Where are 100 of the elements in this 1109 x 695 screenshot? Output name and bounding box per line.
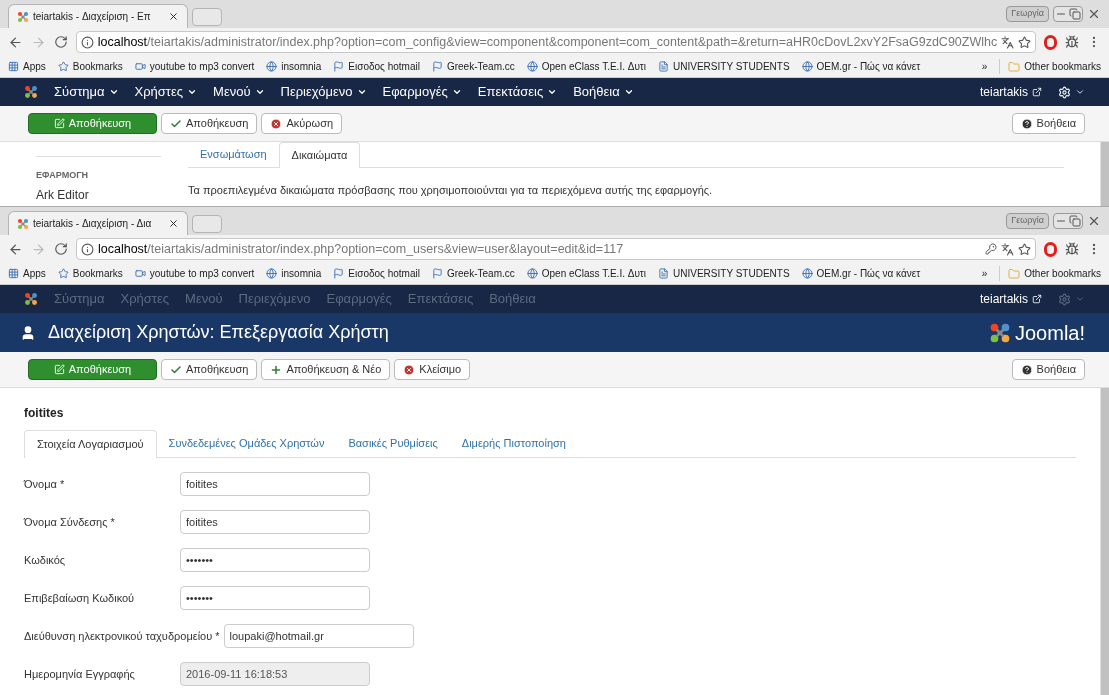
toolbar-button[interactable]: Αποθήκευση (161, 113, 258, 134)
reload-icon[interactable] (53, 35, 68, 49)
menu-item[interactable]: Επεκτάσεις (477, 82, 558, 102)
menu-item[interactable]: Σύστημα (54, 82, 119, 102)
sidebar-item[interactable]: Ark Editor (36, 185, 160, 204)
translate-icon[interactable] (1001, 242, 1014, 256)
scrollbar[interactable] (1100, 388, 1109, 695)
address-field[interactable]: localhost/teiartakis/administrator/index.php?option=com_config&view=component&component=com_content&path=&return=aHR0cDovL2xvY2FsaG9zdC90ZWlhc (75, 31, 1037, 53)
cancel-icon (270, 117, 283, 130)
help-button[interactable]: Βοήθεια (1011, 113, 1085, 134)
bookmark-link[interactable]: youtube to mp3 convert (134, 266, 255, 281)
reload-icon[interactable] (54, 242, 68, 256)
address-field[interactable]: localhost/teiartakis/administrator/index.php?option=com_users&view=user&layout=edit&id=117 (76, 238, 1036, 260)
back-icon[interactable] (8, 34, 23, 50)
toolbar-button[interactable]: Αποθήκευση (28, 359, 157, 380)
more-bookmarks-button[interactable]: » (981, 59, 988, 74)
help-icon (1020, 363, 1033, 376)
bookmark-link[interactable]: Εισοδος hotmail (333, 266, 420, 281)
other-bookmarks-link[interactable]: Other bookmarks (999, 266, 1101, 281)
caret-icon (187, 87, 198, 97)
plus-icon (270, 363, 283, 376)
star-icon[interactable] (1018, 35, 1032, 49)
bookmark-link[interactable]: OEM.gr - Πώς να κάνετ (801, 266, 921, 281)
menu-item[interactable]: Χρήστες (134, 82, 198, 102)
help-button[interactable]: Βοήθεια (1011, 359, 1085, 380)
tab[interactable]: Δικαιώματα (278, 142, 361, 168)
bookmark-link[interactable]: Apps (8, 59, 46, 74)
caret-icon (254, 87, 265, 97)
toolbar-button[interactable]: Κλείσιμο (394, 359, 471, 380)
profile-badge[interactable]: Γεωργία (1006, 6, 1049, 22)
bookmark-link[interactable]: insomnia (266, 266, 322, 281)
menu-item[interactable]: Βοήθεια (573, 82, 634, 102)
key-icon[interactable] (985, 243, 997, 255)
page-title: Διαχείριση Χρηστών: Επεξεργασία Χρήστη (48, 321, 390, 344)
input-field[interactable]: ••••••• (180, 586, 370, 610)
globe-icon (801, 268, 813, 279)
bookmark-link[interactable]: Open eClass T.E.I. Δυτι (526, 266, 647, 281)
close-icon[interactable] (168, 11, 179, 22)
more-bookmarks-button[interactable]: » (981, 266, 988, 281)
globe-icon (526, 268, 538, 279)
profile-badge[interactable]: Γεωργία (1006, 213, 1049, 229)
bookmark-link[interactable]: Apps (8, 266, 46, 281)
translate-icon[interactable] (1001, 35, 1015, 49)
input-field[interactable]: foitites (180, 510, 370, 534)
caret-icon (356, 87, 367, 97)
tab-title: teiartakis - Διαχείριση - Επ (33, 10, 152, 24)
bug-icon[interactable] (1065, 242, 1079, 256)
toolbar-button[interactable]: Αποθήκευση (28, 113, 157, 134)
tab[interactable]: Βασικές Ρυθμίσεις (336, 430, 450, 457)
globe-icon (526, 61, 538, 72)
menu-item[interactable]: Περιεχόμενο (280, 82, 367, 102)
browser-tab[interactable]: teiartakis - Διαχείριση - Επ (8, 4, 188, 28)
joomla-logo-icon (988, 321, 1011, 344)
edit-icon (53, 364, 65, 375)
bug-icon[interactable] (1065, 35, 1080, 49)
edit-icon (53, 118, 65, 129)
toolbar-button[interactable]: Αποθήκευση (161, 359, 258, 380)
input-field[interactable]: foitites (180, 472, 370, 496)
input-field[interactable]: loupaki@hotmail.gr (223, 624, 414, 648)
restore-icon[interactable] (1068, 214, 1082, 228)
other-bookmarks-link[interactable]: Other bookmarks (999, 59, 1101, 74)
bookmark-link[interactable]: Greek-Team.cc (431, 266, 515, 281)
tab[interactable]: Συνδεδεμένες Ομάδες Χρηστών (156, 430, 337, 457)
back-icon[interactable] (8, 241, 23, 257)
opera-icon[interactable] (1044, 34, 1058, 50)
bookmark-link[interactable]: OEM.gr - Πώς να κάνετ (801, 59, 921, 74)
menu-item[interactable]: Μενού (213, 82, 265, 102)
joomla-logo-icon (24, 85, 38, 99)
restore-icon[interactable] (1068, 7, 1082, 21)
user-heading: foitites (24, 405, 65, 422)
apps-grid-icon (8, 61, 19, 72)
scrollbar[interactable] (1100, 142, 1109, 206)
check-icon (170, 117, 182, 130)
browser-tab[interactable]: teiartakis - Διαχείριση - Δια (8, 211, 188, 235)
bookmark-link[interactable]: insomnia (266, 59, 322, 74)
opera-icon[interactable] (1044, 241, 1057, 257)
close-window-icon[interactable] (1087, 7, 1101, 21)
bookmark-link[interactable]: UNIVERSITY STUDENTS (658, 266, 790, 281)
bookmark-link[interactable]: youtube to mp3 convert (134, 59, 255, 74)
favicon-icon (17, 10, 29, 23)
bookmark-link[interactable]: UNIVERSITY STUDENTS (658, 59, 790, 74)
tab[interactable]: Διμερής Πιστοποίηση (449, 430, 578, 457)
settings-menu-button[interactable] (1058, 85, 1085, 99)
star-icon[interactable] (1018, 242, 1031, 256)
bookmark-link[interactable]: Open eClass T.E.I. Δυτι (526, 59, 647, 74)
close-icon[interactable] (168, 218, 179, 229)
tab[interactable]: Στοιχεία Λογαριασμού (24, 430, 157, 458)
input-field[interactable]: ••••••• (180, 548, 370, 572)
menu-item[interactable]: Εφαρμογές (382, 82, 462, 102)
bookmark-link[interactable]: Bookmarks (57, 59, 123, 74)
bookmark-link[interactable]: Greek-Team.cc (431, 59, 515, 74)
bookmark-link[interactable]: Εισοδος hotmail (333, 59, 420, 74)
bookmark-link[interactable]: Bookmarks (57, 266, 123, 281)
toolbar-button[interactable]: Ακύρωση (261, 113, 343, 134)
settings-icon (1058, 85, 1071, 99)
star-icon (57, 61, 69, 72)
user-link[interactable]: teiartakis (979, 83, 1042, 101)
toolbar-button[interactable]: Αποθήκευση & Νέο (261, 359, 391, 380)
close-window-icon[interactable] (1087, 214, 1101, 228)
tab[interactable]: Ενσωμάτωση (188, 142, 279, 167)
